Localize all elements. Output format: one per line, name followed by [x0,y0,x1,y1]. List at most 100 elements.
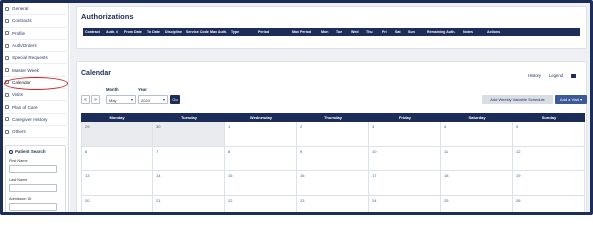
visits-icon [5,92,9,97]
calendar-day-cell[interactable]: 20 [81,195,153,212]
auth-column-header[interactable]: Tue [336,30,342,34]
sidebar-item-label: Plan of Care [12,104,38,110]
calendar-day-cell[interactable]: 11 [441,146,513,171]
sidebar-item-label: Others [12,129,26,135]
auth-column-header[interactable]: Period [258,30,269,34]
auth-column-header[interactable]: Contract [85,30,100,34]
auth-column-header[interactable]: To Date [147,30,160,34]
chevron-down-icon [131,99,133,101]
auth-column-header[interactable]: Thu [366,30,373,34]
weekday-header-thursday: Thursday [323,115,342,120]
special-requests-icon [5,55,9,60]
auth-column-header[interactable]: Max Auth. [210,30,227,34]
auth-column-header[interactable]: Fri [382,30,387,34]
calendar-day-number: 26 [516,197,521,203]
sidebar-item-visits[interactable]: Visits [3,89,69,102]
calendar-day-cell[interactable]: 22 [225,195,297,212]
calendar-day-cell[interactable]: 26 [513,195,585,212]
calendar-day-number: 22 [228,197,233,203]
calendar-day-cell[interactable]: 23 [297,195,369,212]
calendar-day-cell[interactable]: 19 [513,171,585,196]
auth-column-header[interactable]: Auth. # [106,30,118,34]
calendar-day-cell[interactable]: 6 [81,146,153,171]
master-week-icon [5,68,9,73]
next-month-button[interactable]: » [91,95,100,104]
auth-column-header[interactable]: Mon [321,30,328,34]
calendar-day-cell[interactable]: 4 [441,122,513,147]
auth-column-header[interactable]: Sun [408,30,415,34]
last-name-field[interactable] [9,184,57,192]
calendar-day-number: 3 [372,124,375,129]
calendar-day-number: 1 [228,124,231,129]
profile-icon [5,31,9,36]
calendar-day-cell[interactable]: 30 [153,122,225,147]
sidebar-item-label: Contracts [12,18,32,24]
calendar-day-cell[interactable]: 24 [369,195,441,212]
calendar-day-cell[interactable]: 21 [153,195,225,212]
go-button[interactable]: Go [170,95,180,104]
calendar-day-cell[interactable]: 25 [441,195,513,212]
legend-link[interactable]: Legend [549,73,563,78]
calendar-day-cell[interactable]: 8 [225,146,297,171]
calendar-day-cell[interactable]: 10 [369,146,441,171]
auth-column-header[interactable]: Service Code [186,30,209,34]
calendar-day-number: 30 [156,124,161,129]
month-select[interactable]: May [106,95,136,104]
sidebar-item-contracts[interactable]: Contracts [3,15,69,28]
weekday-header-wednesday: Wednesday [249,115,273,120]
calendar-day-cell[interactable]: 9 [297,146,369,171]
sidebar-item-profile[interactable]: Profile [3,28,69,40]
calendar-day-cell[interactable]: 1 [225,122,297,147]
calendar-day-cell[interactable]: 14 [153,171,225,196]
print-icon[interactable] [571,73,576,78]
year-select[interactable]: 2024 [138,95,168,104]
sidebar-item-caregiver-history[interactable]: Caregiver History [3,114,69,126]
auth-column-header[interactable]: Discipline [165,30,182,34]
admission-id-field[interactable] [9,203,57,211]
calendar-day-cell[interactable]: 3 [369,122,441,147]
sidebar-item-auth-orders[interactable]: Auth/Orders [3,40,69,53]
calendar-day-cell[interactable]: 12 [513,146,585,171]
last-name-label: Last Name [9,178,28,182]
auth-orders-icon [5,43,9,48]
auth-column-header[interactable]: Max Period [292,30,311,34]
sidebar-item-calendar[interactable]: Calendar [3,77,69,90]
calendar-day-cell[interactable]: 29 [81,122,153,147]
calendar-day-number: 17 [372,173,377,178]
first-name-field[interactable] [9,165,57,173]
calendar-links: History Legend [528,73,576,78]
sidebar-item-special-requests[interactable]: Special Requests [3,52,69,65]
auth-column-header[interactable]: Wed [351,30,359,34]
calendar-day-number: 24 [372,197,377,203]
auth-column-header[interactable]: Type [231,30,239,34]
sidebar-item-label: Master Week [12,67,39,73]
auth-column-header[interactable]: Actions [487,30,500,34]
auth-column-header[interactable]: Sat [395,30,401,34]
calendar-day-cell[interactable]: 16 [297,171,369,196]
calendar-day-cell[interactable]: 2 [297,122,369,147]
prev-month-button[interactable]: « [81,95,90,104]
auth-column-header[interactable]: Remaining Auth. [427,30,455,34]
history-link[interactable]: History [528,73,541,78]
sidebar-nav: General Contracts Profile Auth/Orders Specia… [3,3,69,139]
calendar-icon [5,80,9,85]
sidebar-item-plan-of-care[interactable]: Plan of Care [3,101,69,114]
sidebar-item-others[interactable]: Others [3,126,69,139]
calendar-day-cell[interactable]: 18 [441,171,513,196]
auth-column-header[interactable]: From Date [124,30,142,34]
calendar-body: 29 30 1 2 3 4 5 6 7 8 9 10 11 12 13 14 15 16 17 18 19 20 21 22 2… [81,122,585,212]
calendar-day-cell[interactable]: 15 [225,171,297,196]
calendar-day-cell[interactable]: 17 [369,171,441,196]
auth-column-header[interactable]: Notes [463,30,473,34]
calendar-day-cell[interactable]: 7 [153,146,225,171]
sidebar: General Contracts Profile Auth/Orders Specia… [3,3,69,212]
calendar-day-number: 11 [444,148,449,154]
add-visit-button[interactable]: Add a Visit ▾ [555,95,587,104]
calendar-day-cell[interactable]: 5 [513,122,585,147]
app-frame: General Contracts Profile Auth/Orders Specia… [0,0,593,215]
sidebar-item-master-week[interactable]: Master Week [3,64,69,77]
calendar-day-cell[interactable]: 13 [81,171,153,196]
admission-id-label: Admission ID [9,197,32,201]
add-weekly-variable-schedule-button[interactable]: Add Weekly Variable Schedule [482,95,553,104]
sidebar-item-general[interactable]: General [3,3,69,16]
